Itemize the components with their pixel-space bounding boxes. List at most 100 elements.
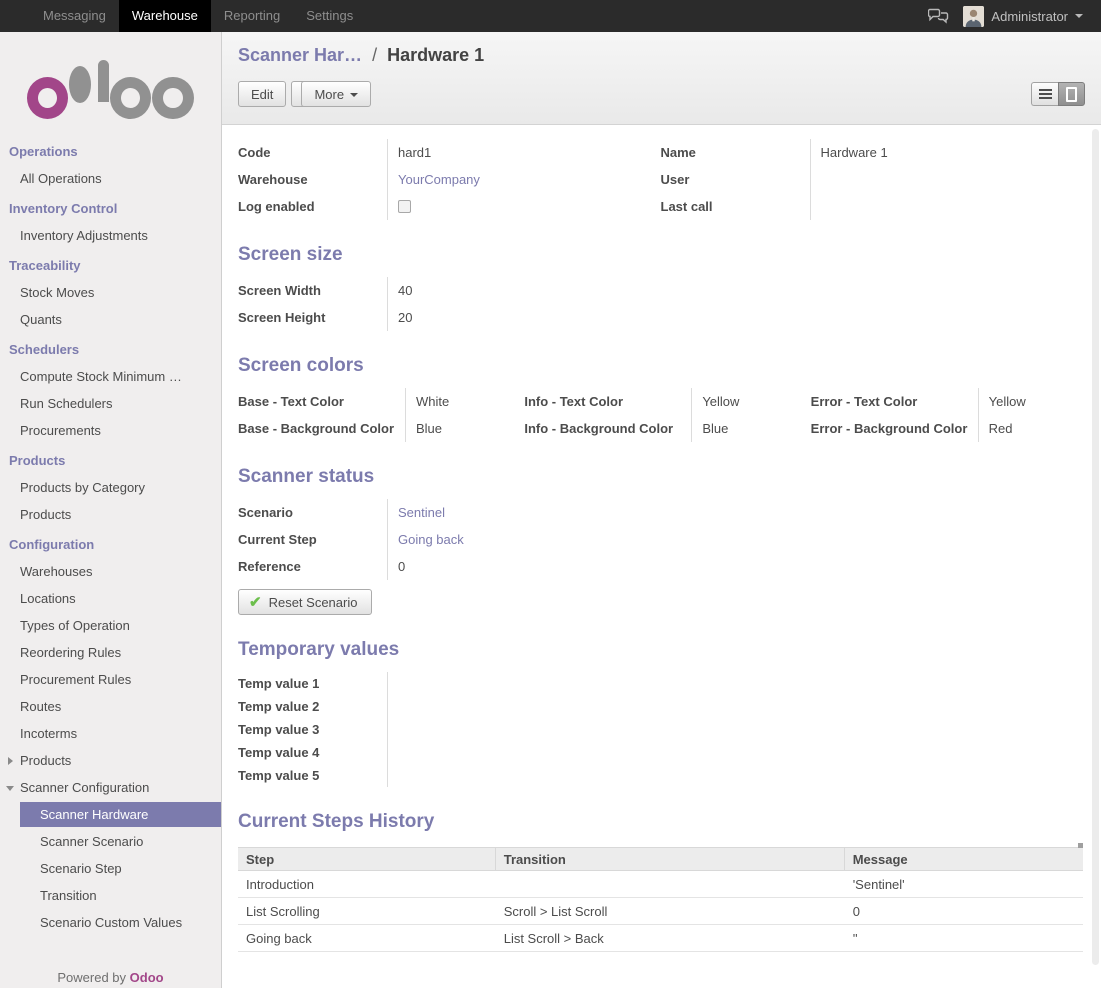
sidebar-item-scanner-hardware[interactable]: Scanner Hardware <box>20 802 221 827</box>
odoo-logo[interactable] <box>27 59 195 119</box>
sidebar-item-routes[interactable]: Routes <box>0 693 221 720</box>
sidebar-item-stock-moves[interactable]: Stock Moves <box>0 279 221 306</box>
sidebar-item-scanner-configuration[interactable]: Scanner Configuration <box>0 774 221 801</box>
sidebar-item-products[interactable]: Products <box>0 501 221 528</box>
more-button[interactable]: More <box>301 81 371 107</box>
chevron-down-icon[interactable] <box>6 786 14 791</box>
reset-scenario-button[interactable]: ✔ Reset Scenario <box>238 589 372 615</box>
field-value-temp-1 <box>388 672 398 695</box>
sidebar-item-scenario-step[interactable]: Scenario Step <box>0 855 221 882</box>
section-title-screen-size: Screen size <box>238 244 1083 266</box>
field-value-reference: 0 <box>388 553 405 580</box>
form-view-button[interactable] <box>1058 82 1085 106</box>
odoo-logo-d <box>69 77 109 119</box>
field-value-code: hard1 <box>388 139 431 166</box>
breadcrumb-current: Hardware 1 <box>387 45 484 65</box>
field-value-info-text-color: Yellow <box>692 388 739 415</box>
sidebar-item-quants[interactable]: Quants <box>0 306 221 333</box>
field-value-warehouse-link[interactable]: YourCompany <box>388 166 480 193</box>
color-group-error: Error - Text Color Yellow Error - Backgr… <box>811 388 1083 442</box>
sidebar-item-products-config[interactable]: Products <box>0 747 221 774</box>
field-label: Scenario <box>238 499 388 526</box>
vertical-scrollbar[interactable] <box>1092 129 1099 965</box>
color-group-info: Info - Text Color Yellow Info - Backgrou… <box>524 388 796 442</box>
sidebar-item-reordering-rules[interactable]: Reordering Rules <box>0 639 221 666</box>
topbar-menu-warehouse[interactable]: Warehouse <box>119 0 211 32</box>
section-title-operations: Operations <box>0 139 221 165</box>
sidebar-item-locations[interactable]: Locations <box>0 585 221 612</box>
field-label: Name <box>661 139 811 166</box>
list-view-button[interactable] <box>1031 82 1058 106</box>
sidebar-item-procurement-rules[interactable]: Procurement Rules <box>0 666 221 693</box>
sidebar-item-scenario-custom-values[interactable]: Scenario Custom Values <box>0 909 221 936</box>
field-value-name: Hardware 1 <box>811 139 888 166</box>
table-row[interactable]: Introduction 'Sentinel' <box>238 871 1083 898</box>
chevron-down-icon <box>350 93 358 97</box>
form-sheet: Code hard1 Warehouse YourCompany Log ena… <box>222 125 1101 952</box>
messages-icon[interactable] <box>928 8 949 24</box>
field-label: Screen Width <box>238 277 388 304</box>
section-title-configuration: Configuration <box>0 532 221 558</box>
field-label: Current Step <box>238 526 388 553</box>
field-row-name: Name Hardware 1 <box>661 139 1084 166</box>
field-value-scenario-link[interactable]: Sentinel <box>388 499 445 526</box>
field-label: Base - Background Color <box>238 415 406 442</box>
cell-step: Introduction <box>238 871 496 897</box>
sidebar-item-label: Scanner Configuration <box>20 780 149 795</box>
sidebar-item-procurements[interactable]: Procurements <box>0 417 221 444</box>
avatar[interactable] <box>963 6 984 27</box>
section-title-scanner-status: Scanner status <box>238 466 1083 488</box>
topbar-menu-reporting[interactable]: Reporting <box>211 0 293 32</box>
control-panel: Scanner Har… / Hardware 1 Edit Create Mo… <box>222 32 1101 125</box>
breadcrumb-parent[interactable]: Scanner Har… <box>238 45 362 65</box>
sidebar-item-compute-stock-minimum[interactable]: Compute Stock Minimum … <box>0 363 221 390</box>
field-value-info-bg-color: Blue <box>692 415 728 442</box>
field-value-current-step-link[interactable]: Going back <box>388 526 464 553</box>
table-row[interactable]: List Scrolling Scroll > List Scroll 0 <box>238 898 1083 925</box>
powered-by-odoo-link[interactable]: Odoo <box>130 970 164 985</box>
screen-size-group: Screen Width 40 Screen Height 20 <box>238 277 1083 331</box>
field-value-base-bg-color: Blue <box>406 415 442 442</box>
log-enabled-checkbox[interactable] <box>398 200 411 213</box>
topbar-menu-messaging[interactable]: Messaging <box>30 0 119 32</box>
topbar-menus: Messaging Warehouse Reporting Settings <box>30 0 366 32</box>
cell-transition: List Scroll > Back <box>496 925 845 951</box>
section-title-temporary-values: Temporary values <box>238 639 1083 661</box>
cell-transition <box>496 871 845 897</box>
field-row-last-call: Last call <box>661 193 1084 220</box>
field-row-info-text-color: Info - Text Color Yellow <box>524 388 796 415</box>
topbar-menu-settings[interactable]: Settings <box>293 0 366 32</box>
sidebar-item-transition[interactable]: Transition <box>0 882 221 909</box>
field-label: Temp value 3 <box>238 718 388 741</box>
field-value-user <box>811 166 821 193</box>
sidebar-item-all-operations[interactable]: All Operations <box>0 165 221 192</box>
user-menu[interactable]: Administrator <box>991 9 1068 24</box>
column-header-step[interactable]: Step <box>238 848 496 870</box>
chevron-right-icon[interactable] <box>8 757 13 765</box>
field-row-scenario: Scenario Sentinel <box>238 499 1083 526</box>
sidebar-item-scanner-scenario[interactable]: Scanner Scenario <box>0 828 221 855</box>
field-row-temp-value-1: Temp value 1 <box>238 672 1083 695</box>
topbar: Messaging Warehouse Reporting Settings A… <box>0 0 1101 32</box>
field-value-screen-height: 20 <box>388 304 412 331</box>
edit-button[interactable]: Edit <box>238 81 286 107</box>
table-row[interactable]: Going back List Scroll > Back '' <box>238 925 1083 952</box>
sidebar-item-inventory-adjustments[interactable]: Inventory Adjustments <box>0 222 221 249</box>
main-area: Scanner Har… / Hardware 1 Edit Create Mo… <box>222 32 1101 988</box>
column-header-message[interactable]: Message <box>845 848 1083 870</box>
sidebar-item-products-by-category[interactable]: Products by Category <box>0 474 221 501</box>
field-value-temp-5 <box>388 764 398 787</box>
field-row-info-bg-color: Info - Background Color Blue <box>524 415 796 442</box>
field-label: Temp value 1 <box>238 672 388 695</box>
field-row-current-step: Current Step Going back <box>238 526 1083 553</box>
sidebar-item-warehouses[interactable]: Warehouses <box>0 558 221 585</box>
sidebar-item-run-schedulers[interactable]: Run Schedulers <box>0 390 221 417</box>
sidebar-item-incoterms[interactable]: Incoterms <box>0 720 221 747</box>
field-row-base-text-color: Base - Text Color White <box>238 388 510 415</box>
sidebar-item-types-of-operation[interactable]: Types of Operation <box>0 612 221 639</box>
field-row-screen-width: Screen Width 40 <box>238 277 1083 304</box>
field-row-screen-height: Screen Height 20 <box>238 304 1083 331</box>
column-header-transition[interactable]: Transition <box>496 848 845 870</box>
section-title-traceability: Traceability <box>0 253 221 279</box>
field-value-base-text-color: White <box>406 388 449 415</box>
